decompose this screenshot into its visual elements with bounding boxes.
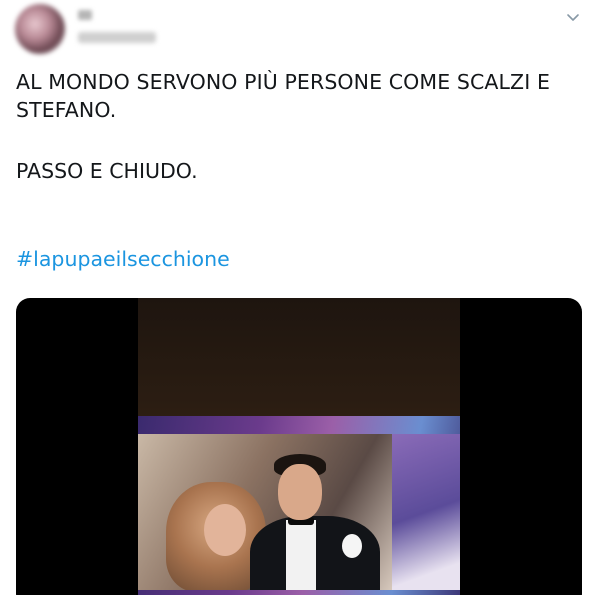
- chevron-down-icon[interactable]: [565, 9, 581, 25]
- tweet-body: AL MONDO SERVONO PIÙ PERSONE COME SCALZI…: [16, 68, 581, 124]
- video-frame-photo: [138, 434, 392, 590]
- tweet-text-line1: AL MONDO SERVONO PIÙ PERSONE COME SCALZI…: [16, 70, 551, 122]
- tweet-text-line2: PASSO E CHIUDO.: [16, 159, 198, 183]
- user-handle[interactable]: [78, 32, 156, 43]
- tweet-media-video[interactable]: [16, 298, 582, 595]
- user-display-name[interactable]: [78, 10, 92, 20]
- hashtag-link[interactable]: #lapupaeilsecchione: [16, 245, 230, 273]
- avatar[interactable]: [15, 4, 65, 54]
- tweet-header: [0, 0, 593, 60]
- video-side-panel: [392, 434, 460, 590]
